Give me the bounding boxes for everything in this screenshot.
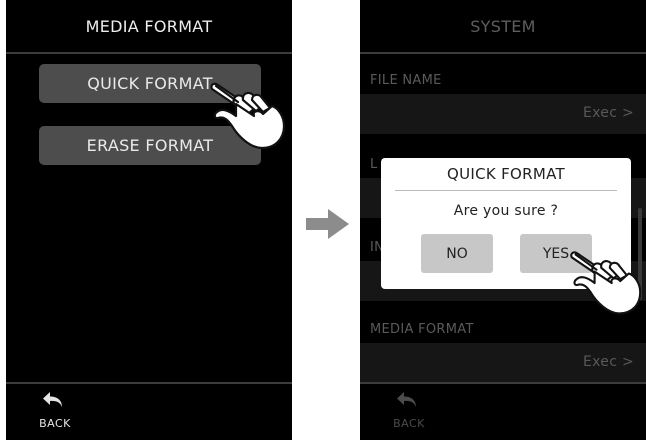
back-arrow-icon	[397, 392, 416, 407]
media-format-screen: MEDIA FORMAT QUICK FORMAT ERASE FORMAT B…	[6, 0, 292, 440]
file-name-exec: Exec >	[583, 105, 634, 121]
file-name-label: FILE NAME	[370, 73, 442, 88]
screen-title: MEDIA FORMAT	[6, 0, 292, 54]
dialog-divider	[395, 190, 617, 191]
media-format-label: MEDIA FORMAT	[370, 322, 474, 337]
screen-title: SYSTEM	[360, 0, 646, 54]
dialog-title: QUICK FORMAT	[447, 165, 565, 183]
pointing-hand-icon	[570, 251, 642, 315]
right-arrow-icon	[306, 209, 349, 239]
no-button[interactable]: NO	[421, 234, 493, 273]
back-button[interactable]: BACK	[38, 390, 72, 430]
dialog-question: Are you sure ?	[453, 203, 559, 219]
back-label: BACK	[39, 417, 71, 430]
section-label-l: L	[370, 157, 378, 172]
back-button[interactable]: BACK	[392, 390, 426, 430]
media-format-exec: Exec >	[583, 354, 634, 370]
footer-bar: BACK	[360, 382, 646, 440]
media-format-row[interactable]: Exec >	[360, 343, 646, 383]
back-label: BACK	[393, 417, 425, 430]
file-name-row[interactable]: Exec >	[360, 94, 646, 134]
back-arrow-icon	[43, 392, 62, 407]
pointing-hand-icon	[210, 82, 286, 150]
footer-bar: BACK	[6, 382, 292, 440]
system-screen: SYSTEM FILE NAME Exec > L IN MEDIA FORMA…	[360, 0, 646, 440]
